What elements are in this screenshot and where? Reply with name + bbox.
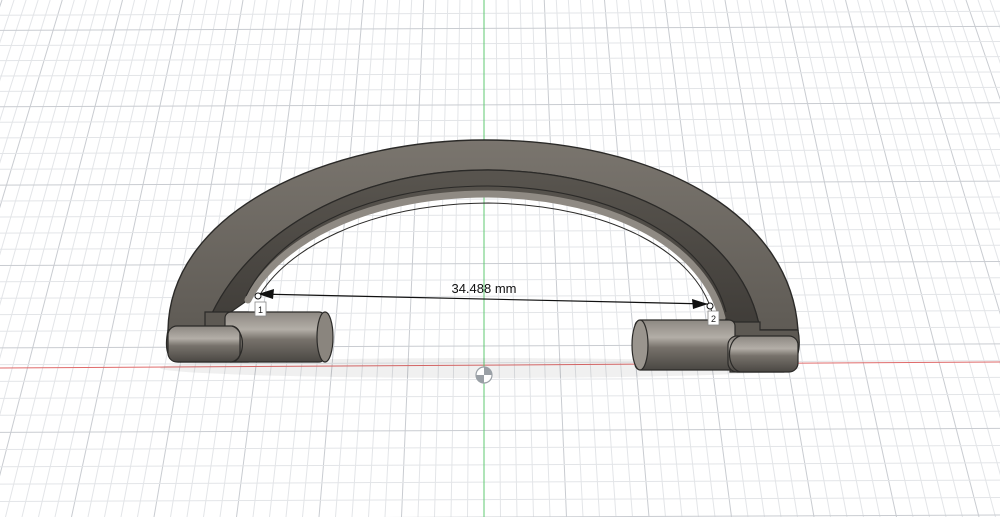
grid-line [0,25,1000,31]
grid-line [507,0,518,517]
grid-line [905,0,1000,315]
grid-line [0,40,1000,46]
measure-point-1[interactable]: 1 [254,292,267,317]
grid-line [857,0,996,517]
grid-line [567,0,600,517]
grid-line [495,0,501,517]
grid-line [0,86,1000,92]
grid-line [0,310,1000,316]
grid-line [0,0,75,256]
ground-grid [0,0,1000,517]
grid-line [0,10,1000,16]
grid-line [0,376,1000,382]
grid-line [0,326,1000,332]
grid-line [0,0,15,44]
grid-line [796,0,914,517]
viewport-canvas[interactable]: 34.488 mm 1 2 [0,0,1000,517]
grid-line [519,0,534,517]
origin-icon[interactable] [475,366,493,384]
grid-line [832,0,963,517]
grid-line [0,0,111,416]
grid-line [467,0,473,517]
dimension-value: 34.488 mm [451,281,516,296]
grid-line [302,0,352,517]
grid-line [384,0,413,517]
grid-line [0,343,1000,349]
grid-line [54,0,172,517]
grid-line [941,0,1000,180]
grid-line [772,0,881,517]
grid-line [434,0,449,517]
grid-line [808,0,930,517]
grid-line [0,244,1000,250]
grid-line [0,228,1000,234]
grid-line [0,133,1000,139]
grid-line [450,0,461,517]
grid-line [0,102,1000,108]
arc-part[interactable] [165,139,800,373]
grid-line [0,71,1000,77]
grid-line [820,0,947,517]
grid-line [0,56,1000,62]
grid-line [71,0,184,517]
3d-viewport[interactable]: 34.488 mm 1 2 [0,0,1000,517]
arrowhead-right-icon [692,299,708,309]
grid-line [0,0,99,360]
grid-line [0,260,1000,266]
grid-line [760,0,864,517]
grid-line [965,0,1000,101]
grid-line [21,0,148,517]
grid-line [5,0,136,517]
grid-line [616,0,666,517]
point-2-label: 2 [711,314,716,324]
grid-line [0,393,1000,399]
grid-line [977,0,1000,64]
grid-line [368,0,401,517]
point-1-label: 1 [258,305,263,315]
grid-line [845,0,980,517]
grid-line [38,0,160,517]
grid-line [989,0,1000,29]
grid-line [784,0,897,517]
grid-line [87,0,196,517]
grid-line [0,0,39,122]
grid-line [555,0,584,517]
